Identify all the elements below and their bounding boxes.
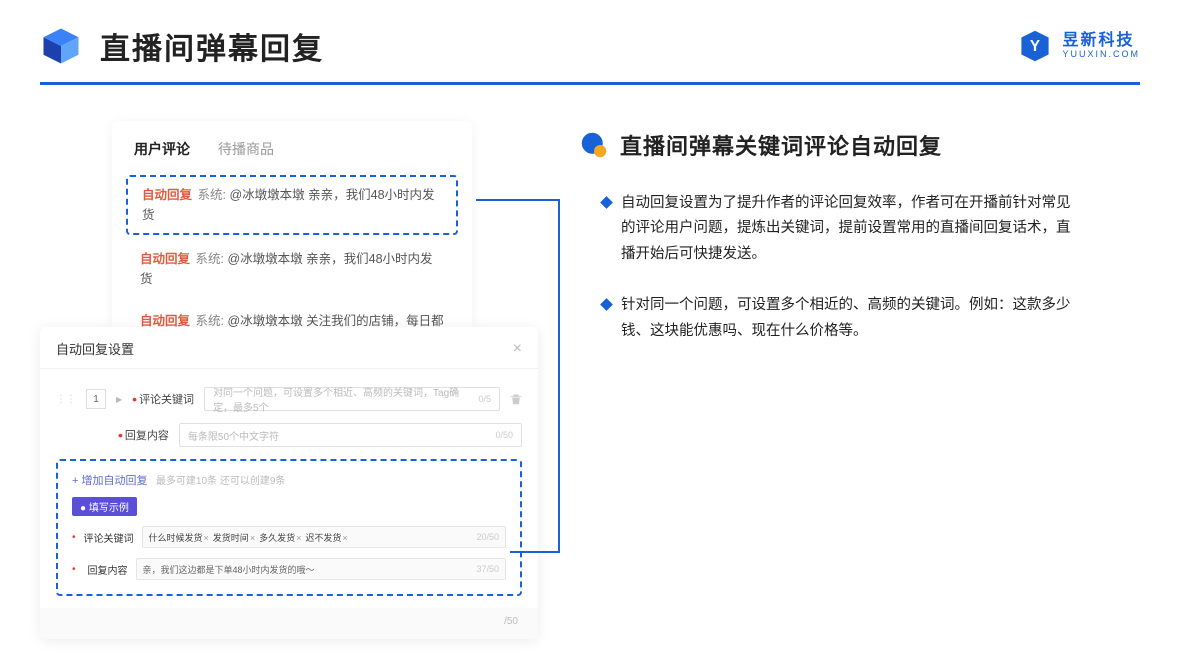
reply-counter: 0/50 [495,430,513,440]
example-reply-input[interactable]: 亲，我们这边都是下单48小时内发货的哦～ 37/50 [136,558,506,580]
system-label: 系统: [198,188,226,202]
comments-tabs: 用户评论 待播商品 [112,139,472,169]
svg-text:Y: Y [1030,38,1040,55]
tab-pending-goods[interactable]: 待播商品 [218,139,274,159]
expand-icon[interactable]: ▶ [116,395,122,404]
example-keyword-input[interactable]: 什么时候发货 发货时间 多久发货 迟不发货 20/50 [142,526,506,548]
auto-reply-tag: 自动回复 [140,314,190,328]
keyword-placeholder: 对同一个问题，可设置多个相近、高频的关键词，Tag确定，最多5个 [213,384,478,414]
auto-reply-tag: 自动回复 [140,252,190,266]
connector-line [476,199,560,201]
example-reply-label: 回复内容 [84,562,128,577]
keyword-label: 评论关键词 [132,391,194,407]
explanation-section: 直播间弹幕关键词评论自动回复 自动回复设置为了提升作者的评论回复效率，作者可在开… [580,121,1140,393]
reply-input[interactable]: 每条限50个中文字符 0/50 [179,423,522,447]
comment-row: 自动回复 系统: @冰墩墩本墩 亲亲，我们48小时内发货 [126,241,458,297]
connector-line [558,199,560,551]
reply-label: 回复内容 [118,427,169,443]
add-hint: 最多可建10条 还可以创建9条 [156,476,285,487]
section-subtitle: 直播间弹幕关键词评论自动回复 [620,129,942,161]
auto-reply-settings-modal: 自动回复设置 × ⋮⋮ 1 ▶ 评论关键词 对同一个问题，可设置多个相近、高频的… [40,327,538,639]
bullet-item: 针对同一个问题，可设置多个相近的、高频的关键词。例如：这款多少钱、这块能优惠吗、… [602,293,1140,344]
example-keyword-label: 评论关键词 [84,530,134,545]
keyword-counter: 0/5 [478,394,491,404]
bullet-text: 针对同一个问题，可设置多个相近的、高频的关键词。例如：这款多少钱、这块能优惠吗、… [621,293,1071,344]
diamond-icon [600,298,613,311]
page-header: 直播间弹幕回复 Y 昱新科技 YUUXIN.COM [0,0,1180,68]
example-reply-text: 亲，我们这边都是下单48小时内发货的哦～ [143,563,315,576]
reply-placeholder: 每条限50个中文字符 [188,428,279,443]
keyword-chip[interactable]: 发货时间 [213,531,255,544]
drag-handle-icon[interactable]: ⋮⋮ [56,394,76,405]
brand-name-cn: 昱新科技 [1062,32,1140,50]
trash-icon[interactable] [510,392,522,406]
demo-screenshots: 用户评论 待播商品 自动回复 系统: @冰墩墩本墩 亲亲，我们48小时内发货 自… [40,121,540,393]
chat-bubble-icon [580,131,608,159]
page-title: 直播间弹幕回复 [100,24,324,68]
row-number: 1 [86,389,106,409]
bullet-item: 自动回复设置为了提升作者的评论回复效率，作者可在开播前针对常见的评论用户问题，提… [602,191,1140,267]
example-keyword-row: • 评论关键词 什么时候发货 发货时间 多久发货 迟不发货 20/50 [72,526,506,548]
example-reply-row: • 回复内容 亲，我们这边都是下单48小时内发货的哦～ 37/50 [72,558,506,580]
comment-row-highlighted: 自动回复 系统: @冰墩墩本墩 亲亲，我们48小时内发货 [126,175,458,235]
brand-logo: Y 昱新科技 YUUXIN.COM [1018,29,1140,63]
system-label: 系统: [196,314,224,328]
cube-icon [40,25,82,67]
bullet-text: 自动回复设置为了提升作者的评论回复效率，作者可在开播前针对常见的评论用户问题，提… [621,191,1071,267]
modal-title: 自动回复设置 [56,339,134,358]
modal-footer: /50 [40,608,538,639]
keyword-chip[interactable]: 什么时候发货 [149,531,209,544]
example-keyword-counter: 20/50 [476,532,499,542]
keyword-chip[interactable]: 迟不发货 [305,531,347,544]
form-row-reply: 回复内容 每条限50个中文字符 0/50 [56,423,522,447]
tab-user-comments[interactable]: 用户评论 [134,139,190,159]
footer-counter: /50 [504,616,518,627]
keyword-chip[interactable]: 多久发货 [259,531,301,544]
header-left: 直播间弹幕回复 [40,24,324,68]
form-row-keyword: ⋮⋮ 1 ▶ 评论关键词 对同一个问题，可设置多个相近、高频的关键词，Tag确定… [56,387,522,411]
diamond-icon [600,196,613,209]
brand-name-en: YUUXIN.COM [1062,50,1140,60]
keyword-input[interactable]: 对同一个问题，可设置多个相近、高频的关键词，Tag确定，最多5个 0/5 [204,387,500,411]
example-badge: ● 填写示例 [72,497,137,516]
system-label: 系统: [196,252,224,266]
example-block: + 增加自动回复 最多可建10条 还可以创建9条 ● 填写示例 • 评论关键词 … [56,459,522,596]
add-auto-reply-link[interactable]: + 增加自动回复 [72,475,147,487]
auto-reply-tag: 自动回复 [142,188,192,202]
example-reply-counter: 37/50 [476,564,499,574]
close-icon[interactable]: × [513,340,522,358]
brand-icon: Y [1018,29,1052,63]
